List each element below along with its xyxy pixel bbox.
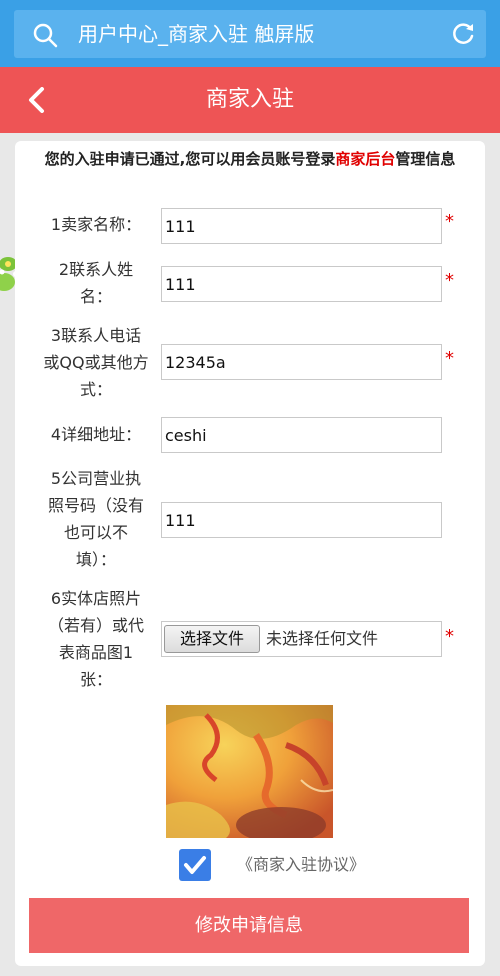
merchant-backend-link[interactable]: 商家后台 xyxy=(335,150,395,168)
seller-name-input[interactable] xyxy=(161,208,442,244)
required-mark: * xyxy=(445,348,454,369)
business-license-label: 5公司营业执 照号码（没有 也可以不 填）： xyxy=(37,465,155,573)
approval-notice: 您的入驻申请已通过,您可以用会员账号登录商家后台管理信息 xyxy=(23,147,477,171)
label-line: （若有）或代 xyxy=(47,616,144,635)
label-line: 也可以不 xyxy=(63,523,128,542)
required-mark: * xyxy=(445,626,454,647)
contact-name-label: 2联系人姓 名： xyxy=(41,256,151,310)
label-line: 或QQ或其他方 xyxy=(43,353,149,372)
label-line: 3联系人电话 xyxy=(50,326,142,345)
label-line: 名： xyxy=(79,287,112,306)
page-title-bar: 用户中心_商家入驻 触屏版 xyxy=(78,22,315,46)
application-form-card: 您的入驻申请已通过,您可以用会员账号登录商家后台管理信息 1卖家名称： * 2联… xyxy=(15,141,485,966)
label-line: 填）： xyxy=(75,550,116,569)
refresh-icon[interactable] xyxy=(450,21,476,47)
required-mark: * xyxy=(445,211,454,232)
label-line: 照号码（没有 xyxy=(47,496,144,515)
address-label: 4详细地址： xyxy=(41,421,151,448)
contact-phone-input[interactable] xyxy=(161,344,442,380)
seller-name-label: 1卖家名称： xyxy=(41,211,151,238)
contact-phone-label: 3联系人电话 或QQ或其他方 式： xyxy=(37,322,155,403)
search-icon xyxy=(33,23,58,48)
label-line: 4详细地址： xyxy=(50,425,142,444)
agreement-link[interactable]: 《商家入驻协议》 xyxy=(237,849,365,881)
modify-application-button[interactable]: 修改申请信息 xyxy=(29,898,469,953)
business-license-input[interactable] xyxy=(161,502,442,538)
header-title: 商家入驻 xyxy=(205,87,294,112)
label-line: 张： xyxy=(79,670,112,689)
contact-name-input[interactable] xyxy=(161,266,442,302)
notice-text-end: 管理信息 xyxy=(395,150,456,168)
file-upload-field: 选择文件 未选择任何文件 xyxy=(161,621,442,657)
label-line: 6实体店照片 xyxy=(50,589,142,608)
browser-bar: 用户中心_商家入驻 触屏版 xyxy=(0,0,500,67)
address-input[interactable] xyxy=(161,417,442,453)
notice-text: 您的入驻申请已通过,您可以用会员账号登录 xyxy=(44,150,336,168)
label-line: 1卖家名称： xyxy=(50,215,142,234)
checkmark-icon xyxy=(184,856,206,874)
file-status: 未选择任何文件 xyxy=(266,629,379,648)
label-line: 表商品图1 xyxy=(58,643,134,662)
choose-file-button[interactable]: 选择文件 xyxy=(164,625,260,653)
required-mark: * xyxy=(445,270,454,291)
store-photo-label: 6实体店照片 （若有）或代 表商品图1 张： xyxy=(37,585,155,693)
label-line: 2联系人姓 xyxy=(58,260,134,279)
label-line: 式： xyxy=(79,380,112,399)
label-line: 5公司营业执 xyxy=(50,469,142,488)
agreement-checkbox[interactable] xyxy=(179,849,211,881)
address-bar[interactable]: 用户中心_商家入驻 触屏版 xyxy=(14,10,486,58)
uploaded-photo-preview[interactable] xyxy=(166,705,333,838)
app-header: 商家入驻 xyxy=(0,67,500,133)
